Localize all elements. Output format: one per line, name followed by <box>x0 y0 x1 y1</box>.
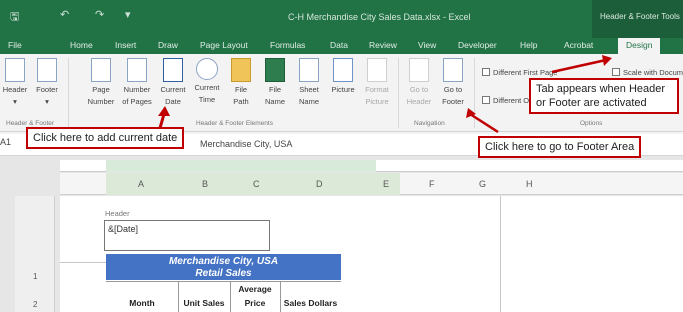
arrow-head <box>602 55 612 66</box>
excel-window: 🖫 ↶ ↷ ▾ C-H Merchandise City Sales Data.… <box>0 0 683 312</box>
arrow-current-date <box>158 113 166 129</box>
callout-tab-appears: Tab appears when Header or Footer are ac… <box>529 78 679 114</box>
arrow-head <box>158 106 170 116</box>
callout-go-to-footer: Click here to go to Footer Area <box>478 136 642 158</box>
arrow-go-to-footer <box>469 112 499 134</box>
callout-current-date: Click here to add current date <box>26 127 185 149</box>
arrow-design-tab <box>551 58 607 74</box>
